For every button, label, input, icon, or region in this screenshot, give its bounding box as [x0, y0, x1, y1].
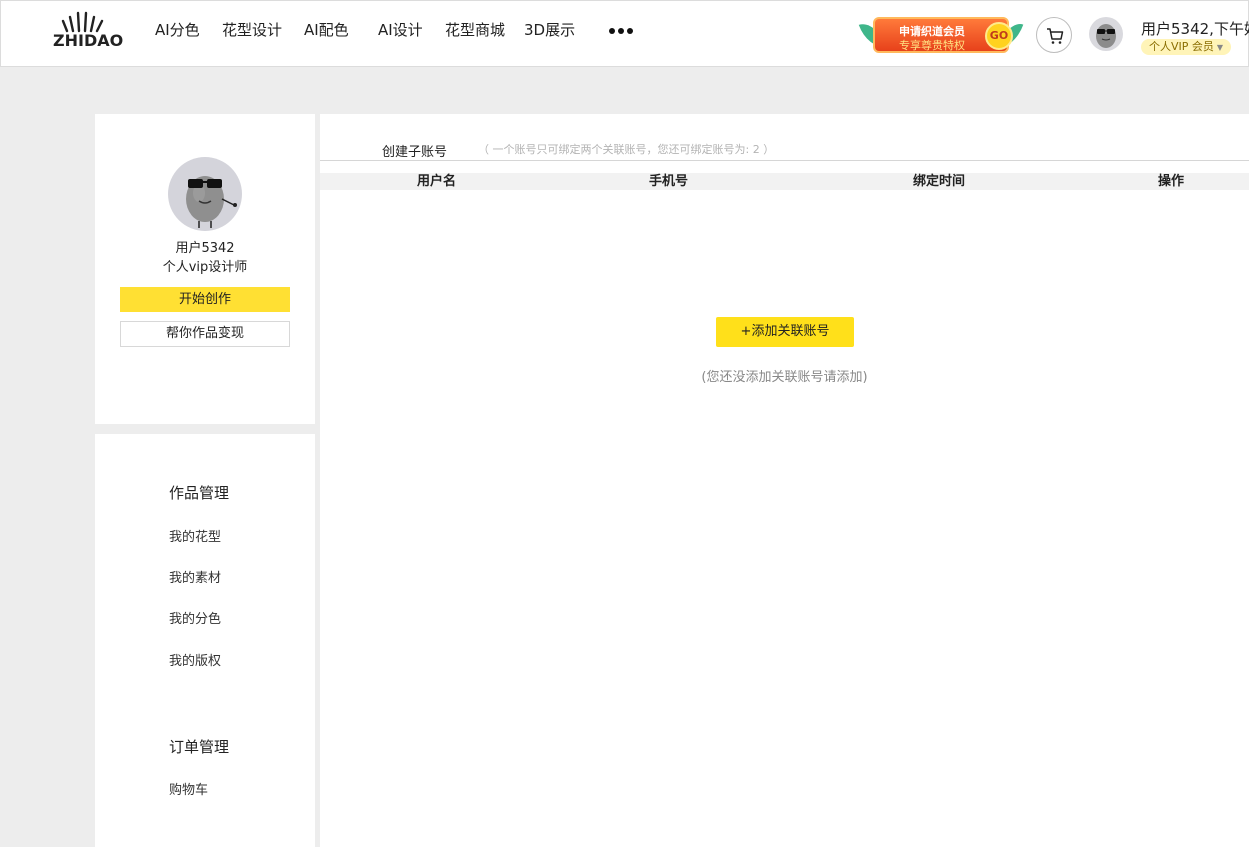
- nav-pattern-mall[interactable]: 花型商城: [445, 19, 505, 40]
- add-linked-account-button[interactable]: +添加关联账号: [716, 317, 854, 347]
- sub-account-panel: 创建子账号 （ 一个账号只可绑定两个关联账号，您还可绑定账号为: 2 ） 用户名…: [320, 114, 1249, 847]
- nav-ai-design[interactable]: AI设计: [378, 19, 423, 40]
- tab-create-sub-account[interactable]: 创建子账号: [382, 141, 447, 160]
- zhidao-logo[interactable]: ZHIDAO: [53, 11, 131, 50]
- cart-icon: [1047, 28, 1064, 44]
- vip-banner-subtitle: 专享尊贵特权: [899, 39, 965, 52]
- start-creating-button[interactable]: 开始创作: [120, 287, 290, 312]
- nav-pattern-design[interactable]: 花型设计: [222, 19, 282, 40]
- member-level-label: 个人VIP 会员: [1149, 40, 1214, 53]
- profile-avatar: [168, 157, 242, 231]
- binding-limit-hint: （ 一个账号只可绑定两个关联账号，您还可绑定账号为: 2 ）: [478, 143, 775, 156]
- cart-button[interactable]: [1036, 17, 1072, 53]
- orders-management-heading: 订单管理: [169, 738, 230, 756]
- rock-avatar-icon: [1096, 24, 1116, 48]
- profile-username: 用户5342: [175, 241, 235, 256]
- rock-avatar-icon: [186, 176, 237, 228]
- user-greeting: 用户5342,下午好: [1141, 20, 1249, 38]
- column-actions: 操作: [1158, 174, 1185, 189]
- table-header: 用户名 手机号 绑定时间 操作: [320, 173, 1249, 190]
- nav-ai-color-separation[interactable]: AI分色: [155, 19, 200, 40]
- logo-text: ZHIDAO: [53, 31, 124, 50]
- header-avatar[interactable]: [1089, 17, 1123, 51]
- menu-my-patterns[interactable]: 我的花型: [169, 526, 221, 545]
- menu-shopping-cart[interactable]: 购物车: [169, 779, 208, 798]
- profile-card: 用户5342 个人vip设计师 开始创作 帮你作品变现: [95, 114, 315, 424]
- monetize-works-button[interactable]: 帮你作品变现: [120, 321, 290, 347]
- caret-down-icon: ▼: [1216, 43, 1224, 52]
- member-level-dropdown[interactable]: 个人VIP 会员 ▼: [1141, 39, 1232, 55]
- vip-banner-pill: 申请织道会员 专享尊贵特权 GO: [873, 17, 1013, 53]
- works-management-heading: 作品管理: [169, 484, 230, 502]
- vip-apply-banner[interactable]: 申请织道会员 专享尊贵特权 GO: [858, 15, 1024, 55]
- menu-my-copyright[interactable]: 我的版权: [169, 650, 221, 669]
- logo-mark-icon: [61, 11, 104, 33]
- logo-wordmark: ZHIDAO: [53, 31, 123, 50]
- top-header: ZHIDAO AI分色 花型设计 AI配色 AI设计 花型商城 3D展示 申请织…: [0, 0, 1249, 67]
- menu-my-materials[interactable]: 我的素材: [169, 567, 221, 586]
- column-bind-time: 绑定时间: [913, 174, 966, 189]
- menu-my-color-separation[interactable]: 我的分色: [169, 608, 221, 627]
- empty-state-hint: (您还没添加关联账号请添加): [701, 370, 868, 385]
- column-username: 用户名: [417, 174, 457, 189]
- column-phone: 手机号: [649, 174, 689, 189]
- go-badge: GO: [985, 22, 1013, 50]
- more-dots-icon[interactable]: [607, 21, 637, 41]
- nav-ai-color-matching[interactable]: AI配色: [304, 19, 349, 40]
- nav-3d-display[interactable]: 3D展示: [524, 19, 575, 40]
- profile-role: 个人vip设计师: [162, 260, 248, 275]
- side-menu: 作品管理 我的花型 我的素材 我的分色 我的版权 订单管理 购物车: [95, 434, 315, 847]
- tab-divider: [320, 160, 1249, 161]
